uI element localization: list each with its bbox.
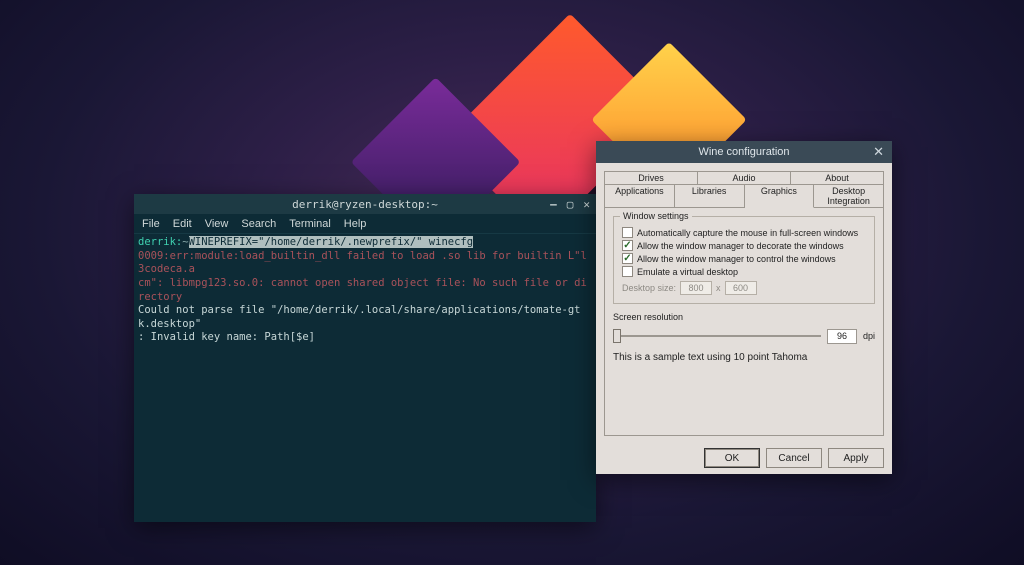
label-auto-capture: Automatically capture the mouse in full-… [637,228,858,238]
desktop-height-input: 600 [725,281,757,295]
tab-desktop-integration[interactable]: Desktop Integration [814,184,884,207]
prompt-tilde: ~ [182,236,188,248]
terminal-line: : Invalid key name: Path[$e] [138,331,592,345]
tab-audio[interactable]: Audio [698,171,791,184]
label-decorate: Allow the window manager to decorate the… [637,241,844,251]
close-icon[interactable]: ✕ [873,144,884,160]
menu-terminal[interactable]: Terminal [289,218,331,230]
tab-about[interactable]: About [791,171,884,184]
label-control: Allow the window manager to control the … [637,254,836,264]
dpi-slider-thumb[interactable] [613,329,621,343]
close-icon[interactable]: ✕ [583,198,590,211]
window-settings-legend: Window settings [620,211,692,221]
checkbox-virtual-desktop[interactable] [622,266,633,277]
terminal-body[interactable]: derrik:~WINEPREFIX="/home/derrik/.newpre… [134,234,596,347]
minimize-icon[interactable]: — [550,198,557,211]
desktop-width-input: 800 [680,281,712,295]
dpi-slider[interactable] [613,335,821,337]
menu-view[interactable]: View [205,218,229,230]
menu-search[interactable]: Search [241,218,276,230]
dpi-label: dpi [863,331,875,341]
dpi-sample-text: This is a sample text using 10 point Tah… [613,352,875,363]
tab-libraries[interactable]: Libraries [675,184,745,207]
dpi-value-input[interactable]: 96 [827,329,857,344]
label-virtual-desktop: Emulate a virtual desktop [637,267,738,277]
screen-resolution-group: Screen resolution 96 dpi This is a sampl… [613,312,875,363]
terminal-title-text: derrik@ryzen-desktop:~ [292,198,438,211]
terminal-menubar: File Edit View Search Terminal Help [134,214,596,234]
checkbox-decorate[interactable] [622,240,633,251]
terminal-window: derrik@ryzen-desktop:~ — ▢ ✕ File Edit V… [134,194,596,522]
winecfg-titlebar[interactable]: Wine configuration ✕ [596,141,892,163]
terminal-line: Could not parse file "/home/derrik/.loca… [138,304,592,331]
desktop-size-label: Desktop size: [622,283,676,293]
window-settings-group: Window settings Automatically capture th… [613,216,875,304]
tab-applications[interactable]: Applications [604,184,675,207]
menu-edit[interactable]: Edit [173,218,192,230]
terminal-line: 0009:err:module:load_builtin_dll failed … [138,250,592,277]
tab-pane-graphics: Window settings Automatically capture th… [604,207,884,436]
terminal-titlebar[interactable]: derrik@ryzen-desktop:~ — ▢ ✕ [134,194,596,214]
winecfg-title-text: Wine configuration [698,146,789,158]
apply-button[interactable]: Apply [828,448,884,468]
desktop-size-sep: x [716,283,721,293]
checkbox-auto-capture[interactable] [622,227,633,238]
terminal-line: cm": libmpg123.so.0: cannot open shared … [138,277,592,304]
maximize-icon[interactable]: ▢ [567,198,574,211]
prompt-command: WINEPREFIX="/home/derrik/.newprefix/" wi… [189,236,473,248]
menu-file[interactable]: File [142,218,160,230]
prompt-user: derrik: [138,236,182,248]
ok-button[interactable]: OK [704,448,760,468]
checkbox-control[interactable] [622,253,633,264]
button-bar: OK Cancel Apply [596,442,892,474]
winecfg-window: Wine configuration ✕ Drives Audio About … [596,141,892,474]
screen-resolution-legend: Screen resolution [613,312,875,322]
tab-container: Drives Audio About Applications Librarie… [604,171,884,207]
menu-help[interactable]: Help [344,218,367,230]
tab-graphics[interactable]: Graphics [745,184,815,208]
tab-drives[interactable]: Drives [604,171,698,184]
cancel-button[interactable]: Cancel [766,448,822,468]
